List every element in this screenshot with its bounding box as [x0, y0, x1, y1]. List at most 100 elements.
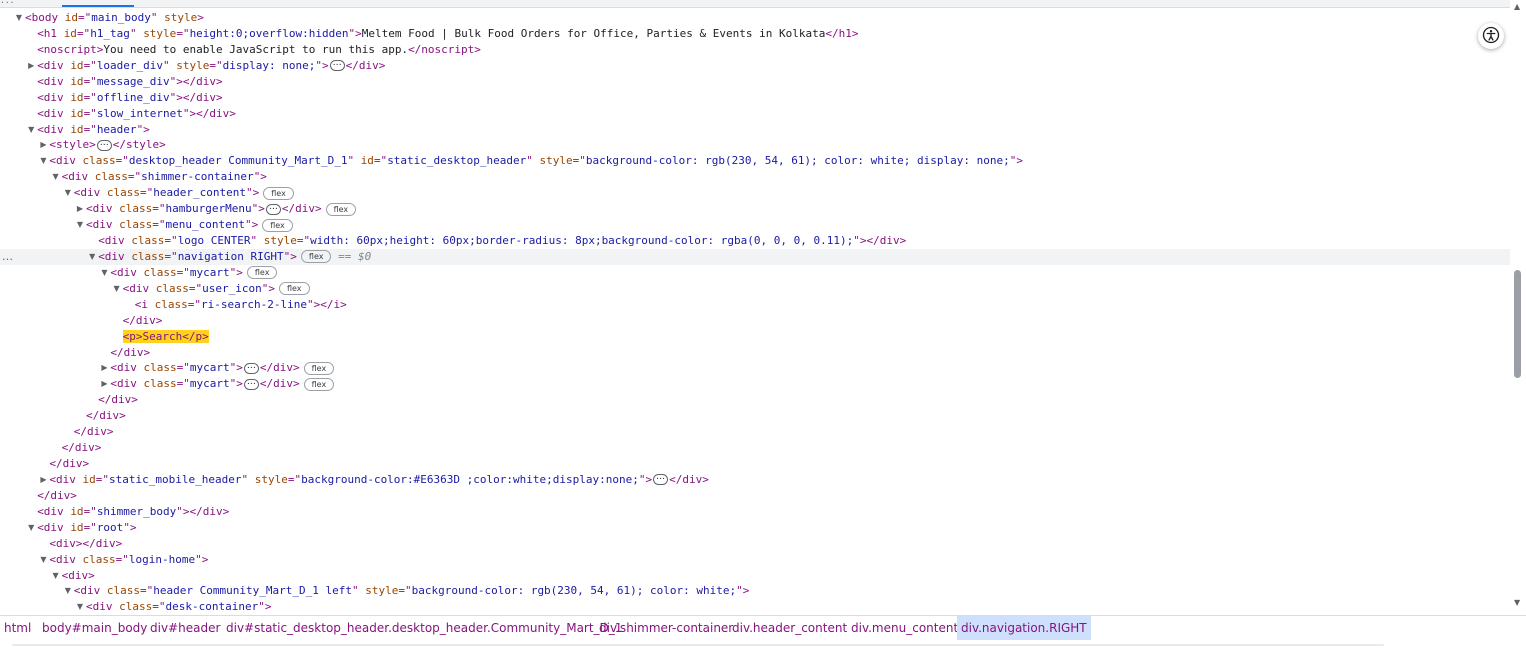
dom-node-row[interactable]: ▼ <div class="desktop_header Community_Ma…	[0, 153, 1510, 169]
flex-badge[interactable]: flex	[262, 218, 293, 232]
breadcrumb-item[interactable]: div.navigation.RIGHT	[957, 616, 1091, 640]
dom-node-row[interactable]: <div></div>	[0, 536, 1510, 552]
expand-arrow-icon[interactable]: ▼	[74, 217, 86, 233]
breadcrumb-item[interactable]: html	[0, 616, 35, 640]
scrollbar-thumb[interactable]	[1514, 270, 1521, 378]
dom-node-row[interactable]: ▶ <div class="hamburgerMenu">… </div> flex	[0, 201, 1510, 217]
vertical-scrollbar[interactable]: ▲ ▼	[1510, 0, 1526, 614]
collapse-arrow-icon[interactable]: ▶	[37, 137, 49, 153]
collapse-arrow-icon[interactable]: ▶	[37, 472, 49, 488]
dom-node-row[interactable]: <p>Search</p>	[0, 329, 1510, 345]
dom-node-row[interactable]: </div>	[0, 392, 1510, 408]
breadcrumb-item[interactable]: div.shimmer-container	[595, 616, 737, 640]
dom-node-row[interactable]: ▶ <div class="mycart">… </div> flex	[0, 360, 1510, 376]
dom-node-row[interactable]: ▼ <div id="header">	[0, 122, 1510, 138]
breadcrumb-item[interactable]: body#main_body	[38, 616, 151, 640]
dom-node-row[interactable]: ▼ <div id="root">	[0, 520, 1510, 536]
dom-node-row[interactable]: ▼ <div class="user_icon"> flex	[0, 281, 1510, 297]
dom-node-row[interactable]: </div>	[0, 424, 1510, 440]
dom-node-row[interactable]: <h1 id="h1_tag" style="height:0;overflow…	[0, 26, 1510, 42]
dom-node-row[interactable]: </div>	[0, 456, 1510, 472]
collapse-arrow-icon[interactable]: ▶	[25, 58, 37, 74]
expand-arrow-icon[interactable]: ▼	[62, 583, 74, 599]
breadcrumb-item[interactable]: div#header	[146, 616, 224, 640]
collapse-arrow-icon[interactable]: ▶	[98, 376, 110, 392]
breadcrumb-item[interactable]: div.header_content	[728, 616, 851, 640]
flex-badge[interactable]: flex	[246, 266, 278, 280]
attribute-name: class	[82, 552, 116, 566]
dom-tree: ▼ <body id="main_body" style> <h1 id="h1_t…	[0, 10, 1510, 614]
collapsed-content-ellipsis[interactable]: …	[243, 361, 259, 374]
dom-node-row[interactable]: ▼ <div class="header_content"> flex	[0, 185, 1510, 201]
expand-arrow-icon[interactable]: ▼	[13, 10, 25, 26]
expand-arrow-icon[interactable]: ▼	[62, 185, 74, 201]
expand-arrow-icon[interactable]: ▼	[74, 599, 86, 614]
collapsed-content-ellipsis[interactable]: …	[243, 377, 259, 390]
collapse-arrow-icon[interactable]: ▶	[74, 201, 86, 217]
dom-node-row[interactable]: ▼ <div class="mycart"> flex	[0, 265, 1510, 281]
breadcrumb-item[interactable]: div#static_desktop_header.desktop_header…	[222, 616, 626, 640]
expand-arrow-icon[interactable]: ▼	[25, 122, 37, 138]
expand-arrow-icon[interactable]: ▼	[37, 153, 49, 169]
dom-node-row[interactable]: ▼ <div class="shimmer-container">	[0, 169, 1510, 185]
dom-node-row[interactable]: ▼ <div class="desk-container">	[0, 599, 1510, 614]
flex-badge[interactable]: flex	[303, 361, 335, 375]
tag-token: ="	[209, 58, 223, 72]
dom-node-row[interactable]: ▼ <div>	[0, 568, 1510, 584]
dom-node-row[interactable]: <div id="offline_div"></div>	[0, 90, 1510, 106]
dom-node-row[interactable]: </div>	[0, 408, 1510, 424]
attribute-name: class	[155, 281, 189, 295]
dom-node-row[interactable]: ▼ <div class="login-home">	[0, 552, 1510, 568]
flex-badge[interactable]: flex	[278, 282, 310, 296]
expand-arrow-icon[interactable]: ▼	[37, 552, 49, 568]
dom-node-row[interactable]: <div id="message_div"></div>	[0, 74, 1510, 90]
collapsed-content-ellipsis[interactable]: …	[265, 202, 281, 215]
expand-arrow-icon[interactable]: ▼	[50, 169, 62, 185]
flex-badge[interactable]: flex	[325, 202, 357, 216]
accessibility-button[interactable]	[1478, 23, 1504, 49]
dom-node-row[interactable]: </div>	[0, 488, 1510, 504]
flex-badge[interactable]: flex	[303, 377, 335, 391]
attribute-value: static_mobile_header	[109, 472, 242, 486]
node-actions-icon[interactable]: …	[2, 249, 13, 265]
dom-node-row[interactable]: <noscript>You need to enable JavaScript …	[0, 42, 1510, 58]
dom-node-row[interactable]: ▶ <style>… </style>	[0, 137, 1510, 153]
tag-token: ="	[78, 11, 92, 24]
dom-node-row[interactable]: ▶ <div class="mycart">… </div> flex	[0, 376, 1510, 392]
flex-badge[interactable]: flex	[263, 186, 294, 200]
dom-node-row[interactable]: ▼ <div class="menu_content"> flex	[0, 217, 1510, 233]
expand-arrow-icon[interactable]: ▼	[50, 568, 62, 584]
tag-token: "	[150, 11, 165, 24]
flex-badge[interactable]: flex	[300, 250, 332, 264]
dom-node-row[interactable]: </div>	[0, 313, 1510, 329]
dom-node-row[interactable]: … ▼ <div class="navigation RIGHT"> flex == …	[0, 248, 1510, 265]
dom-node-row[interactable]: ▶ <div id="static_mobile_header" style="b…	[0, 472, 1510, 488]
dom-node-row[interactable]: ▼ <div class="header Community_Mart_D_1 l…	[0, 583, 1510, 599]
tab-strip-overflow[interactable]: ···	[0, 0, 28, 6]
dom-node-row[interactable]: <div class="logo CENTER" style="width: 6…	[0, 233, 1510, 249]
collapse-arrow-icon[interactable]: ▶	[98, 360, 110, 376]
scroll-down-icon[interactable]: ▼	[1514, 598, 1520, 607]
dom-node-row[interactable]: ▶ <div id="loader_div" style="display: no…	[0, 58, 1510, 74]
expand-arrow-icon[interactable]: ▼	[98, 265, 110, 281]
collapsed-content-ellipsis[interactable]: …	[329, 59, 345, 72]
dom-node-row[interactable]: </div>	[0, 440, 1510, 456]
highlighted-node[interactable]: <p>Search</p>	[122, 329, 209, 343]
dom-node-row[interactable]: <div id="shimmer_body"></div>	[0, 504, 1510, 520]
tag-token: </noscript>	[408, 42, 481, 56]
attribute-name: class	[154, 297, 188, 311]
expand-arrow-icon[interactable]: ▼	[25, 520, 37, 536]
dom-node-row[interactable]: <div id="slow_internet"></div>	[0, 106, 1510, 122]
scroll-up-icon[interactable]: ▲	[1514, 2, 1520, 11]
dom-node-row[interactable]: <i class="ri-search-2-line"></i>	[0, 297, 1510, 313]
horizontal-scrollbar[interactable]	[12, 644, 1384, 646]
expand-arrow-icon[interactable]: ▼	[111, 281, 123, 297]
expand-arrow-icon[interactable]: ▼	[86, 249, 98, 265]
dom-node-row[interactable]: ▼ <body id="main_body" style>	[0, 10, 1510, 26]
breadcrumb-item[interactable]: div.menu_content	[847, 616, 962, 640]
collapsed-content-ellipsis[interactable]: …	[96, 138, 112, 151]
dom-node-row[interactable]: </div>	[0, 345, 1510, 361]
collapsed-content-ellipsis[interactable]: …	[653, 473, 669, 486]
